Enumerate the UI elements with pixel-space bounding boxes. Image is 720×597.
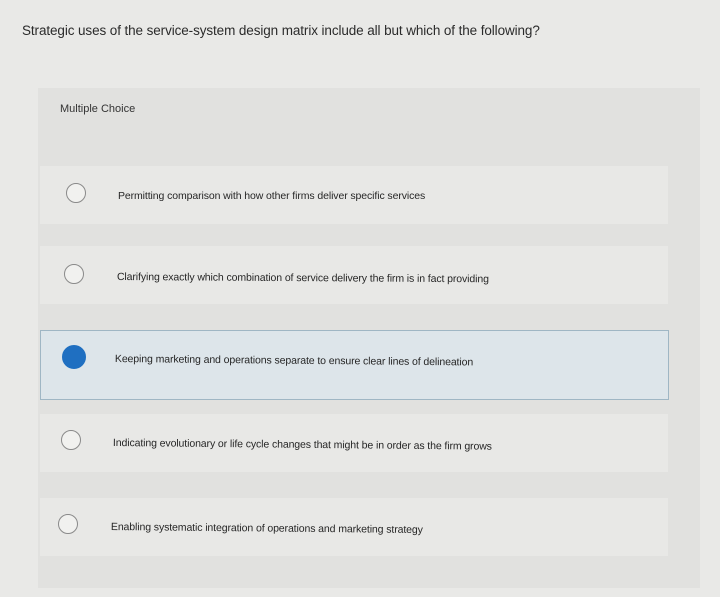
radio-button-2[interactable] — [64, 264, 84, 284]
radio-button-5[interactable] — [58, 514, 78, 534]
question-type-label: Multiple Choice — [60, 103, 136, 115]
radio-button-1[interactable] — [66, 183, 86, 203]
radio-button-3-selected[interactable] — [62, 345, 86, 369]
question-text: Strategic uses of the service-system des… — [22, 23, 540, 38]
answer-option-1-label: Permitting comparison with how other fir… — [118, 190, 426, 202]
radio-button-4[interactable] — [61, 430, 81, 450]
answer-option-2-label: Clarifying exactly which combination of … — [116, 271, 489, 286]
